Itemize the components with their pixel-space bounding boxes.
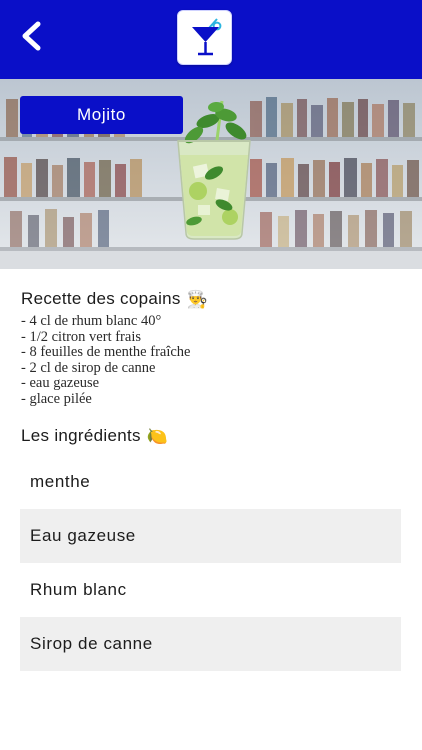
ingredients-section-title: Les ingrédients 🍋: [21, 426, 168, 446]
recipe-title-text: Recette des copains: [21, 289, 181, 308]
chevron-left-icon: [22, 21, 41, 51]
chef-emoji-icon: 👨‍🍳: [186, 289, 209, 309]
recipe-line: - 2 cl de sirop de canne: [21, 359, 156, 376]
app-logo: [177, 10, 232, 65]
lemon-emoji-icon: 🍋: [146, 426, 169, 446]
cocktail-name-badge: Mojito: [20, 96, 183, 134]
ingredient-item[interactable]: Rhum blanc: [20, 563, 401, 617]
mojito-glass-image: [177, 100, 251, 240]
top-navbar: [0, 0, 422, 79]
recipe-line: - eau gazeuse: [21, 375, 100, 391]
recipe-section-title: Recette des copains 👨‍🍳: [21, 289, 208, 309]
ingredient-item[interactable]: Eau gazeuse: [20, 509, 401, 563]
back-button[interactable]: [16, 18, 52, 54]
ingredients-title-text: Les ingrédients: [21, 426, 141, 445]
recipe-line: - 8 feuilles de menthe fraîche: [21, 344, 191, 360]
ingredient-item[interactable]: Sirop de canne: [20, 617, 401, 671]
hero-image: Mojito: [0, 79, 422, 269]
cocktail-glass-icon: [192, 18, 222, 56]
recipe-line: - 4 cl de rhum blanc 40°: [21, 313, 162, 329]
recipe-line: - glace pilée: [21, 390, 92, 407]
recipe-steps-list: - 4 cl de rhum blanc 40° - 1/2 citron ve…: [21, 313, 401, 407]
ingredients-list: menthe Eau gazeuse Rhum blanc Sirop de c…: [20, 455, 401, 671]
recipe-line: - 1/2 citron vert frais: [21, 328, 141, 345]
ingredient-item[interactable]: menthe: [20, 455, 401, 509]
